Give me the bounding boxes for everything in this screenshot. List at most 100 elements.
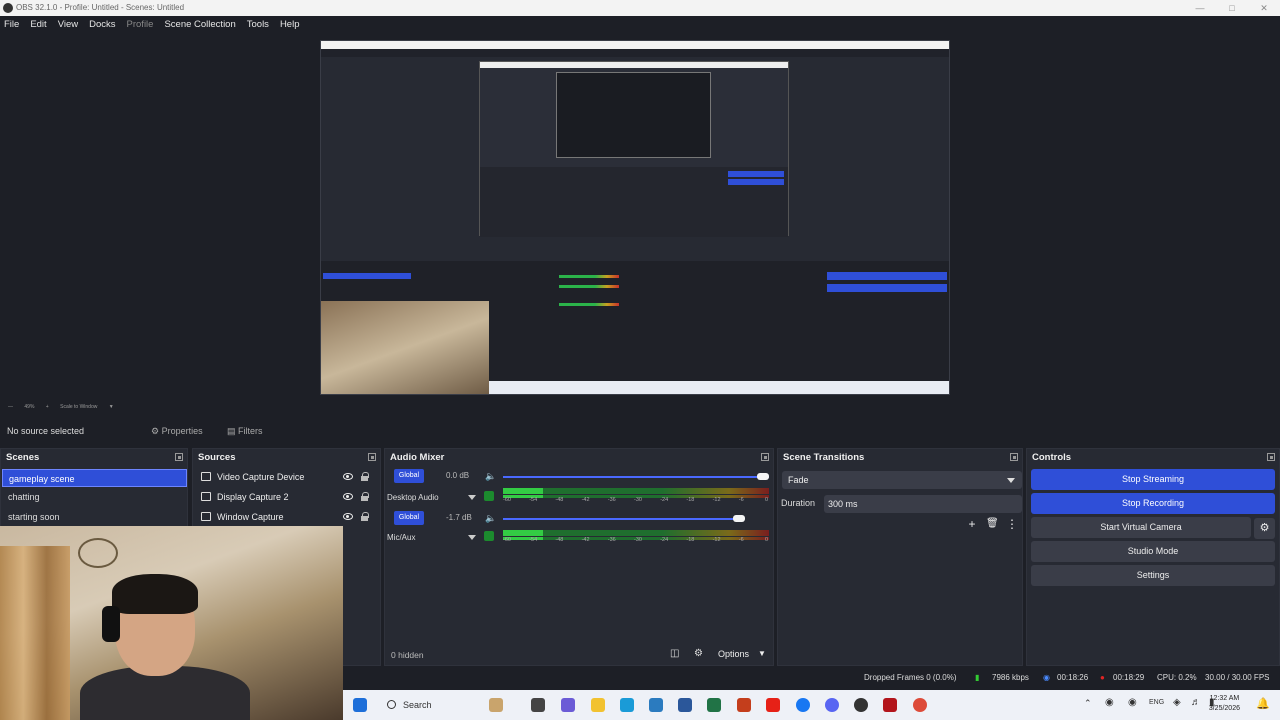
options-label[interactable]: Options [718,649,749,659]
meter-tick-label: -6 [738,537,744,543]
dock-float-icon[interactable] [761,453,769,461]
record-time: 00:18:29 [1113,673,1145,682]
visibility-eye-icon[interactable] [343,513,353,520]
excel-icon[interactable] [707,698,721,712]
preview-nested-selected-scene [323,273,411,279]
app-icon[interactable] [883,698,897,712]
scale-mode[interactable]: Scale to Window [60,404,97,410]
advanced-audio-icon[interactable]: ⚙ [694,648,703,659]
layout-toggle-icon[interactable]: ◫ [670,648,679,659]
fps: 30.00 / 30.00 FPS [1205,673,1270,682]
wifi-icon[interactable]: ◈ [1173,697,1181,708]
facebook-icon[interactable] [796,698,810,712]
close-button[interactable]: ✕ [1248,0,1280,16]
stop-recording-button[interactable]: Stop Recording [1031,493,1275,514]
global-badge[interactable]: Global [394,469,424,483]
chrome-icon[interactable] [913,698,927,712]
volume-icon[interactable]: ♬ [1191,697,1201,708]
menu-docks[interactable]: Docks [89,19,115,30]
speaker-icon[interactable]: 🔈 [485,513,496,523]
headset-image [102,606,120,642]
menu-help[interactable]: Help [280,19,300,30]
chevron-down-icon[interactable]: ▼ [758,649,766,658]
headphone-monitor-icon[interactable] [484,491,494,501]
hidden-count[interactable]: 0 hidden [391,650,424,660]
settings-button[interactable]: Settings [1031,565,1275,586]
level-meter [503,530,769,536]
dock-float-icon[interactable] [1267,453,1275,461]
taskbar-clock[interactable]: 12:32 AM 3/25/2026 [1209,694,1240,714]
volume-db: 0.0 dB [446,471,470,480]
obs-taskbar-icon[interactable] [854,698,868,712]
windows-start-icon[interactable] [353,698,367,712]
filters-button[interactable]: ▤ Filters [223,423,269,440]
tray-icon[interactable]: ◉ [1105,697,1114,708]
properties-button[interactable]: ⚙ Properties [147,423,209,440]
menu-edit[interactable]: Edit [30,19,46,30]
dock-float-icon[interactable] [368,453,376,461]
scale-mode-chevron-icon[interactable]: ▼ [109,404,114,410]
menu-tools[interactable]: Tools [247,19,269,30]
chevron-down-icon[interactable] [468,495,476,500]
edge-icon[interactable] [620,698,634,712]
taskbar-search[interactable]: Search [379,696,489,714]
visibility-eye-icon[interactable] [343,493,353,500]
youtube-icon[interactable] [766,698,780,712]
zoom-out-icon[interactable]: — [8,404,13,410]
meter-scale: -60 -54 -48 -42 -36 -30 -24 -18 -12 -6 0 [503,537,769,545]
stop-streaming-button[interactable]: Stop Streaming [1031,469,1275,490]
chandelier-image [78,538,118,568]
lock-icon[interactable] [361,492,369,501]
tray-icon[interactable]: ◉ [1128,697,1137,708]
volume-slider[interactable] [503,476,769,478]
transition-select[interactable]: Fade [782,471,1022,489]
menu-profile[interactable]: Profile [127,19,154,30]
chevron-up-icon[interactable]: ⌃ [1084,698,1092,709]
language-indicator[interactable]: ENG [1149,699,1164,706]
speaker-icon[interactable]: 🔈 [485,471,496,481]
stream-icon: ◉ [1043,673,1050,682]
mixer-footer: 0 hidden ◫ ⚙ Options ▼ [386,646,772,664]
menu-file[interactable]: File [4,19,19,30]
discord-icon[interactable] [825,698,839,712]
menu-scene-collection[interactable]: Scene Collection [164,19,235,30]
chevron-down-icon[interactable] [468,535,476,540]
source-row[interactable]: Window Capture [193,508,379,526]
widgets-icon[interactable] [489,698,503,712]
word-icon[interactable] [678,698,692,712]
no-source-label: No source selected [7,426,85,436]
more-icon[interactable]: ⋮ [1006,518,1018,530]
source-row[interactable]: Video Capture Device [193,468,379,486]
lock-icon[interactable] [361,512,369,521]
scene-item-chatting[interactable]: chatting [2,488,187,506]
file-explorer-icon[interactable] [591,698,605,712]
powerpoint-icon[interactable] [737,698,751,712]
trash-icon[interactable]: 🗑 [986,518,999,530]
volume-slider[interactable] [503,518,739,520]
visibility-eye-icon[interactable] [343,473,353,480]
volume-slider-handle[interactable] [733,515,745,522]
store-icon[interactable] [649,698,663,712]
source-row[interactable]: Display Capture 2 [193,488,379,506]
virtual-camera-settings-gear-icon[interactable]: ⚙ [1254,518,1275,539]
global-badge[interactable]: Global [394,511,424,525]
volume-slider-handle[interactable] [757,473,769,480]
duration-input[interactable]: 300 ms [824,495,1022,513]
add-icon[interactable]: + [966,518,978,530]
task-view-icon[interactable] [531,698,545,712]
studio-mode-button[interactable]: Studio Mode [1031,541,1275,562]
dock-float-icon[interactable] [175,453,183,461]
lock-icon[interactable] [361,472,369,481]
zoom-in-icon[interactable]: + [46,404,49,410]
scene-item-starting-soon[interactable]: starting soon [2,508,187,526]
headphone-monitor-icon[interactable] [484,531,494,541]
dock-float-icon[interactable] [1010,453,1018,461]
program-preview[interactable] [320,40,950,395]
minimize-button[interactable]: — [1184,0,1216,16]
maximize-button[interactable]: □ [1216,0,1248,16]
notification-bell-icon[interactable]: 🔔 [1256,697,1270,710]
teams-icon[interactable] [561,698,575,712]
scene-item-gameplay[interactable]: gameplay scene [2,469,187,487]
start-virtual-camera-button[interactable]: Start Virtual Camera [1031,517,1251,538]
menu-view[interactable]: View [58,19,78,30]
